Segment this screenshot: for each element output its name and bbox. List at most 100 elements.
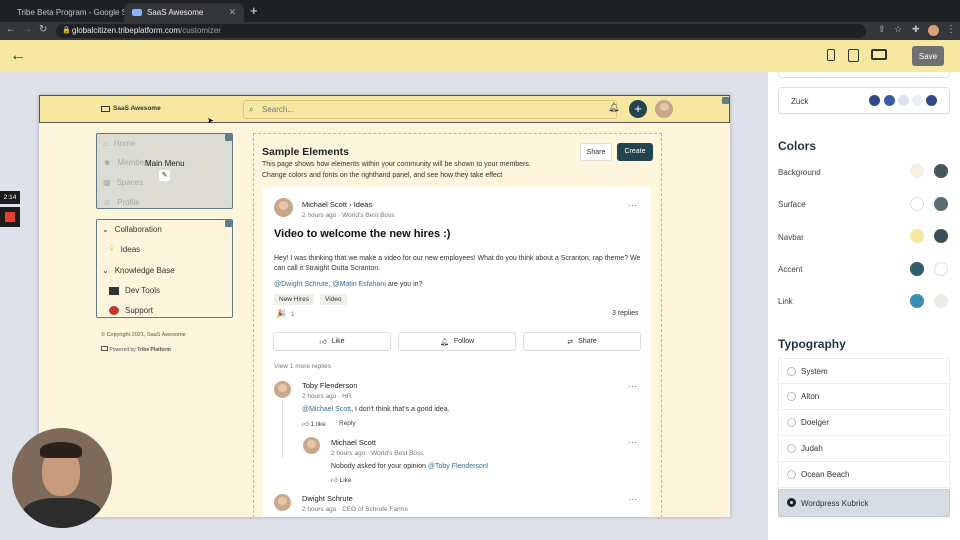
- theme-option-zuck[interactable]: Zuck: [778, 87, 950, 114]
- reply-avatar[interactable]: [303, 437, 320, 454]
- font-option-alton[interactable]: Alton: [778, 384, 950, 410]
- link-dark-swatch[interactable]: [934, 294, 948, 308]
- browser-menu-icon[interactable]: ⋮: [946, 24, 956, 35]
- mention-matin[interactable]: @Matin Esfahani: [332, 281, 385, 288]
- sidebar-spaces-block: ⌄ Collaboration 💡︎ Ideas ⌄ Knowledge Base D…: [96, 219, 233, 318]
- post-share-button[interactable]: ⇄ Share: [523, 332, 641, 351]
- group-collaboration[interactable]: ⌄ Collaboration: [102, 225, 162, 234]
- theme-swatch: [884, 95, 895, 106]
- browser-forward-icon[interactable]: →: [22, 24, 32, 35]
- post-author-avatar[interactable]: [274, 198, 293, 217]
- group-knowledge-base[interactable]: ⌄ Knowledge Base: [102, 266, 175, 275]
- comment-reply-button[interactable]: Reply: [339, 420, 356, 427]
- comment-avatar[interactable]: [274, 381, 291, 398]
- reaction-emoji-icon[interactable]: 🎉: [276, 309, 286, 318]
- share-page-icon[interactable]: ⇪: [878, 24, 886, 35]
- background-light-swatch[interactable]: [910, 164, 924, 178]
- extensions-puzzle-icon[interactable]: ✚: [912, 24, 920, 35]
- user-avatar[interactable]: [655, 100, 673, 118]
- color-label-link: Link: [778, 297, 793, 306]
- radio-icon: [787, 444, 796, 453]
- create-button[interactable]: Create: [617, 143, 653, 161]
- edit-pencil-icon[interactable]: ✎: [159, 170, 170, 181]
- presenter-shirt: [22, 498, 102, 528]
- back-arrow-icon[interactable]: ←: [10, 47, 26, 65]
- navbar-dark-swatch[interactable]: [934, 229, 948, 243]
- browser-reload-icon[interactable]: ↻: [39, 24, 47, 35]
- post-author[interactable]: Michael Scott: [302, 200, 347, 209]
- browser-profile-avatar[interactable]: [928, 25, 939, 36]
- mobile-view-icon[interactable]: [827, 49, 835, 61]
- tag-video[interactable]: Video: [320, 294, 347, 305]
- comment-avatar[interactable]: [274, 494, 291, 511]
- close-tab-icon[interactable]: ✕: [228, 7, 236, 18]
- post-more-options-icon[interactable]: ···: [628, 200, 637, 210]
- tablet-view-icon[interactable]: [848, 49, 859, 62]
- reply-author[interactable]: Michael Scott: [331, 438, 376, 447]
- chevron-down-icon: ⌄: [102, 225, 109, 234]
- thumbs-up-icon: 👍︎: [319, 339, 327, 346]
- navbar-light-swatch[interactable]: [910, 229, 924, 243]
- accent-dark-swatch[interactable]: [934, 262, 948, 276]
- comment-author[interactable]: Toby Flenderson: [302, 381, 357, 390]
- font-option-ocean-beach[interactable]: Ocean Beach: [778, 462, 950, 488]
- bell-icon: 🔔︎: [439, 338, 449, 346]
- reply-more-options-icon[interactable]: ···: [628, 437, 637, 447]
- tag-new-hires[interactable]: New Hires: [274, 294, 314, 305]
- members-icon: ☻: [103, 158, 112, 167]
- stop-recording-button[interactable]: [0, 207, 20, 227]
- bookmark-star-icon[interactable]: ☆: [894, 24, 902, 35]
- font-option-wordpress-kubrick[interactable]: Wordpress Kubrick: [778, 489, 950, 517]
- font-option-system[interactable]: System: [778, 358, 950, 384]
- mention-toby[interactable]: @Toby Flenderson!: [428, 463, 489, 470]
- save-button[interactable]: Save: [912, 46, 944, 66]
- surface-light-swatch[interactable]: [910, 197, 924, 211]
- follow-button[interactable]: 🔔︎ Follow: [398, 332, 516, 351]
- surface-dark-swatch[interactable]: [934, 197, 948, 211]
- replies-count[interactable]: 3 replies: [612, 310, 638, 317]
- url-field[interactable]: 🔒 globalcitizen.tribeplatform.com/custom…: [56, 24, 866, 38]
- new-tab-icon[interactable]: +: [250, 3, 258, 18]
- browser-tab-google-sheets[interactable]: Tribe Beta Program - Google S ✕: [4, 3, 140, 22]
- main-menu-block[interactable]: ⌂ Home ☻ Members ▦ Spaces ☺ Profile Main Men…: [96, 133, 233, 209]
- browser-tab-saas-awesome[interactable]: SaaS Awesome ✕: [124, 3, 244, 22]
- font-option-judah[interactable]: Judah: [778, 436, 950, 462]
- browser-back-icon[interactable]: ←: [6, 24, 16, 35]
- background-dark-swatch[interactable]: [934, 164, 948, 178]
- font-option-doelger[interactable]: Doelger: [778, 410, 950, 436]
- sidebar-item-ideas[interactable]: 💡︎ Ideas: [109, 244, 140, 254]
- edit-block-icon[interactable]: [225, 220, 232, 227]
- preview-search-input[interactable]: ⌕ Search...: [243, 100, 617, 119]
- mention-michael[interactable]: @Michael Scott: [302, 406, 351, 413]
- menu-item-members: ☻ Members: [103, 158, 151, 167]
- link-light-swatch[interactable]: [910, 294, 924, 308]
- accent-light-swatch[interactable]: [910, 262, 924, 276]
- theme-swatch: [926, 95, 937, 106]
- like-button[interactable]: 👍︎ Like: [273, 332, 391, 351]
- theme-swatch: [898, 95, 909, 106]
- sidebar-item-support[interactable]: Support: [109, 306, 153, 315]
- comment-like-count[interactable]: 👍︎ 1 like: [302, 420, 326, 428]
- recording-timer: 2:14: [0, 191, 20, 204]
- thumbs-up-icon: 👍︎: [331, 477, 338, 484]
- brand-name[interactable]: SaaS Awesome: [113, 105, 161, 112]
- colors-heading: Colors: [778, 139, 817, 153]
- theme-top-partial: [778, 72, 950, 78]
- comment-author[interactable]: Dwight Schrute: [302, 494, 353, 503]
- comment-more-options-icon[interactable]: ···: [628, 381, 637, 391]
- bell-icon[interactable]: 🔔︎: [608, 102, 619, 113]
- sidebar-item-dev-tools[interactable]: Dev Tools: [109, 286, 160, 295]
- comment-more-options-icon[interactable]: ···: [628, 494, 637, 504]
- desktop-view-icon[interactable]: [871, 49, 887, 60]
- edit-navbar-icon[interactable]: [722, 97, 729, 104]
- edit-block-icon[interactable]: [225, 134, 232, 141]
- mention-dwight[interactable]: @Dwight Schrute: [274, 281, 329, 288]
- powered-by: Powered by Tribe Platform: [101, 346, 171, 353]
- add-post-button[interactable]: +: [629, 100, 647, 118]
- chevron-down-icon: ⌄: [102, 266, 109, 275]
- view-more-replies[interactable]: View 1 more replies: [274, 363, 331, 370]
- reply-like-button[interactable]: 👍︎ Like: [331, 476, 352, 484]
- share-button[interactable]: Share: [580, 143, 612, 161]
- post-space[interactable]: Ideas: [354, 200, 372, 209]
- sample-desc-line2: Change colors and fonts on the righthand…: [262, 172, 503, 179]
